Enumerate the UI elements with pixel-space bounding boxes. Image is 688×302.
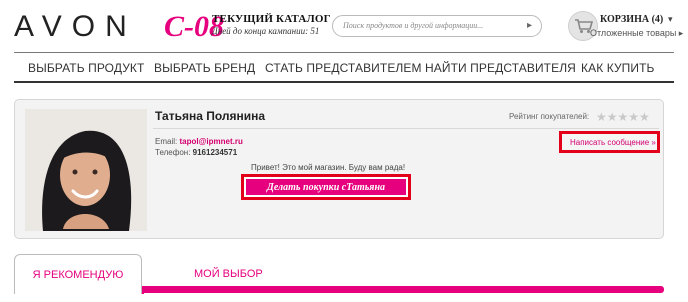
profile-divider xyxy=(153,128,659,129)
shop-with-representative-button[interactable]: Делать покупки сТатьяна xyxy=(241,174,411,200)
nav-choose-brand[interactable]: ВЫБРАТЬ БРЕНД xyxy=(154,61,255,75)
tab-i-recommend[interactable]: Я РЕКОМЕНДУЮ xyxy=(14,254,142,294)
tab-i-recommend-label: Я РЕКОМЕНДУЮ xyxy=(32,269,124,281)
campaign-days-left: Дней до конца кампании: 51 xyxy=(212,26,320,36)
representative-profile: Татьяна Полянина Рейтинг покупателей: ★★… xyxy=(14,99,664,239)
phone-value: 9161234571 xyxy=(192,148,238,157)
current-catalog[interactable]: ТЕКУЩИЙ КАТАЛОГ Дней до конца кампании: … xyxy=(212,13,331,36)
email-link[interactable]: tapol@ipmnet.ru xyxy=(179,137,242,146)
cart-dropdown-icon[interactable]: ▾ xyxy=(668,14,673,25)
avon-logo[interactable]: AVON xyxy=(14,10,137,44)
email-line: Email: tapol@ipmnet.ru xyxy=(155,137,243,146)
catalog-title[interactable]: ТЕКУЩИЙ КАТАЛОГ xyxy=(212,13,331,25)
rating-label: Рейтинг покупателей: xyxy=(509,112,590,121)
phone-label: Телефон: xyxy=(155,148,191,157)
representative-name: Татьяна Полянина xyxy=(155,109,266,123)
shop-button-label: Делать покупки сТатьяна xyxy=(267,182,385,193)
phone-line: Телефон: 9161234571 xyxy=(155,148,237,157)
cart-link[interactable]: КОРЗИНА (4) xyxy=(600,14,663,25)
nav-how-to-buy[interactable]: КАК КУПИТЬ xyxy=(581,61,655,75)
nav-choose-product[interactable]: ВЫБРАТЬ ПРОДУКТ xyxy=(28,61,144,75)
nav-become-representative[interactable]: СТАТЬ ПРЕДСТАВИТЕЛЕМ xyxy=(265,61,422,75)
deferred-items-link[interactable]: Отложенные товары ▸ xyxy=(590,28,683,39)
search-submit-icon[interactable]: ▸ xyxy=(527,20,532,31)
nav-find-representative[interactable]: НАЙТИ ПРЕДСТАВИТЕЛЯ xyxy=(425,61,576,75)
email-label: Email: xyxy=(155,137,178,146)
search-input[interactable]: Поиск продуктов и другой информации... ▸ xyxy=(332,15,542,37)
main-nav: ВЫБРАТЬ ПРОДУКТ ВЫБРАТЬ БРЕНД СТАТЬ ПРЕД… xyxy=(14,52,674,83)
representative-photo xyxy=(25,109,147,231)
send-message-label: Написать сообщение » xyxy=(570,138,656,147)
shop-button-fill: Делать покупки сТатьяна xyxy=(246,179,406,195)
send-message-button[interactable]: Написать сообщение » xyxy=(559,131,660,153)
greeting-text: Привет! Это мой магазин. Буду вам рада! xyxy=(251,163,406,172)
portrait-image xyxy=(25,109,147,231)
tab-my-choice[interactable]: МОЙ ВЫБОР xyxy=(194,268,263,280)
search-placeholder: Поиск продуктов и другой информации... xyxy=(343,21,484,30)
rating-stars[interactable]: ★★★★★ xyxy=(596,110,650,124)
tab-bar xyxy=(142,286,664,293)
site-header: AVON C-08 ТЕКУЩИЙ КАТАЛОГ Дней до конца … xyxy=(0,0,688,56)
